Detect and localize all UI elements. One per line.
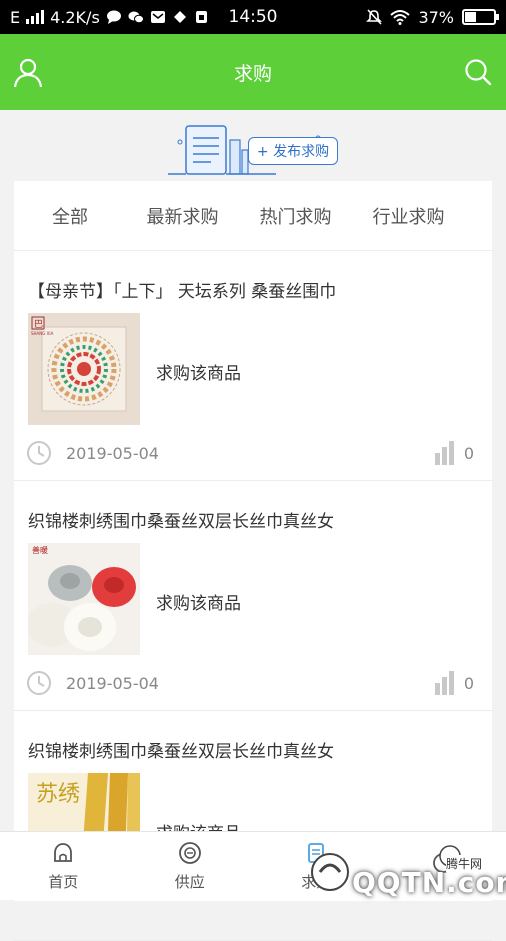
user-icon[interactable] xyxy=(12,56,44,88)
view-count-value: 0 xyxy=(464,444,474,463)
purchase-action[interactable]: 求购该商品 xyxy=(156,589,241,614)
list-item[interactable]: 织锦楼刺绣围巾桑蚕丝双层长丝巾真丝女 苏绣 求购该商品 xyxy=(14,711,492,941)
item-date: 2019-05-04 xyxy=(66,674,159,693)
list-item[interactable]: 【母亲节】「上下」 天坛系列 桑蚕丝围巾 巴 SHANG XIA 求购该商品 2… xyxy=(14,251,492,481)
purchase-action[interactable]: 求购该商品 xyxy=(156,359,241,384)
bar-chart-icon xyxy=(434,441,456,465)
item-thumbnail[interactable]: 善暖 xyxy=(28,543,140,655)
post-purchase-button[interactable]: + 发布求购 xyxy=(248,137,338,165)
watermark-cn: 腾牛网 xyxy=(446,855,482,872)
purchase-list-card: 全部 最新求购 热门求购 行业求购 行 【母亲节】「上下」 天坛系列 桑蚕丝围巾… xyxy=(14,181,492,901)
scarf-image-icon: 善暖 xyxy=(28,543,140,655)
wifi-icon xyxy=(390,9,410,25)
bar-chart-icon xyxy=(434,671,456,695)
category-tabs: 全部 最新求购 热门求购 行业求购 行 xyxy=(14,181,492,251)
scarf-image-icon: 巴 SHANG XIA xyxy=(28,313,140,425)
page-title: 求购 xyxy=(234,59,272,86)
brand-text: 善暖 xyxy=(32,545,48,555)
tab-all[interactable]: 全部 xyxy=(14,203,126,229)
mute-icon xyxy=(366,9,382,25)
nav-home-label: 首页 xyxy=(48,871,78,892)
post-banner: + 发布求购 xyxy=(0,110,506,180)
tab-industry[interactable]: 行业求购 xyxy=(352,203,465,229)
network-type: E xyxy=(10,8,20,27)
view-count: 0 xyxy=(434,671,474,695)
nav-home[interactable]: 首页 xyxy=(0,832,127,900)
tab-hot[interactable]: 热门求购 xyxy=(239,203,352,229)
mail-icon xyxy=(150,10,166,24)
status-bar: E 4.2K/s 14:50 37% xyxy=(0,0,506,34)
nav-supply-label: 供应 xyxy=(175,871,205,892)
home-icon xyxy=(51,841,75,865)
view-count-value: 0 xyxy=(464,674,474,693)
wechat-icon xyxy=(128,10,144,24)
file-icon xyxy=(194,10,210,24)
item-date: 2019-05-04 xyxy=(66,444,159,463)
item-title: 【母亲节】「上下」 天坛系列 桑蚕丝围巾 xyxy=(28,277,336,302)
message-icon xyxy=(106,10,122,24)
item-title: 织锦楼刺绣围巾桑蚕丝双层长丝巾真丝女 xyxy=(28,737,334,762)
signal-icon xyxy=(26,10,44,24)
view-count: 0 xyxy=(434,441,474,465)
battery-percent: 37% xyxy=(418,8,454,27)
tab-latest[interactable]: 最新求购 xyxy=(126,203,239,229)
clock-icon xyxy=(26,440,52,466)
network-speed: 4.2K/s xyxy=(50,8,100,27)
search-icon[interactable] xyxy=(464,58,492,86)
item-footer: 2019-05-04 0 xyxy=(26,439,474,467)
battery-icon xyxy=(462,9,496,25)
item-footer: 2019-05-04 0 xyxy=(26,669,474,697)
list-item[interactable]: 织锦楼刺绣围巾桑蚕丝双层长丝巾真丝女 善暖 求购该商品 2019-05-04 0 xyxy=(14,481,492,711)
brand-text: SHANG XIA xyxy=(31,331,54,336)
brand-text: 苏绣 xyxy=(36,782,80,807)
clock-icon xyxy=(26,670,52,696)
app-icon xyxy=(172,10,188,24)
brand-mark: 巴 xyxy=(34,319,43,330)
item-title: 织锦楼刺绣围巾桑蚕丝双层长丝巾真丝女 xyxy=(28,507,334,532)
tab-more[interactable]: 行 xyxy=(465,203,492,229)
supply-icon xyxy=(178,841,202,865)
nav-supply[interactable]: 供应 xyxy=(127,832,254,900)
watermark-text: QQTN.com xyxy=(352,866,506,899)
item-thumbnail[interactable]: 巴 SHANG XIA xyxy=(28,313,140,425)
header: 求购 xyxy=(0,34,506,110)
